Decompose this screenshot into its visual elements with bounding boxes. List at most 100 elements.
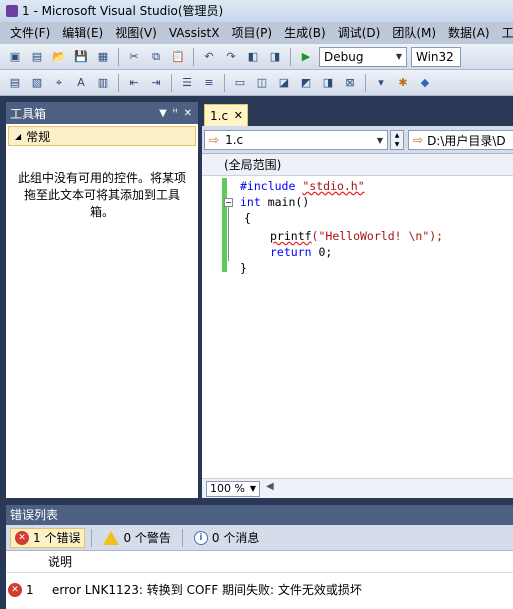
menu-edit[interactable]: 编辑(E) [56,22,109,44]
toolbar-options-icon[interactable]: ▾ [372,74,390,92]
pin-icon[interactable]: ᵸ [173,108,178,119]
add-item-icon[interactable]: ▤ [28,48,46,66]
toolbar-separator [91,528,93,547]
printf-args: ("HelloWorld! \n"); [311,229,444,243]
complete-word-icon[interactable]: A [72,74,90,92]
menu-view[interactable]: 视图(V) [109,22,163,44]
previous-bookmark-in-folder-icon[interactable]: ◩ [297,74,315,92]
parameter-info-icon[interactable]: ▧ [28,74,46,92]
editor-status-strip: 100 % ▼ ◀ [202,478,513,498]
tab-1c[interactable]: 1.c ✕ [204,104,248,126]
menu-data[interactable]: 数据(A) [442,22,496,44]
toolbar-separator [118,73,119,92]
scope-bar[interactable]: (全局范围) [202,154,513,176]
error-list-panel: 错误列表 ✕ 1 个错误 0 个警告 i 0 个消息 说明 ✕ 1 error … [6,505,513,609]
toolbox-group-label: 常规 [26,129,51,144]
start-debugging-icon[interactable]: ▶ [297,48,315,66]
navigate-forward-icon[interactable]: ◨ [266,48,284,66]
menu-vassistx[interactable]: VAssistX [163,22,226,44]
toolbar-separator [181,528,183,547]
close-icon[interactable]: ✕ [184,108,192,119]
previous-bookmark-icon[interactable]: ◫ [253,74,271,92]
menu-team[interactable]: 团队(M) [386,22,442,44]
column-header-description[interactable]: 说明 [6,551,513,573]
document-tab-strip: 1.c ✕ [202,102,513,126]
close-tab-icon[interactable]: ✕ [234,109,243,122]
solution-configuration-value: Debug [324,49,364,64]
path-navigation-select[interactable]: ⇨ D:\用户目录\D [408,130,513,150]
toolbar-separator [290,47,291,66]
fold-line [228,207,229,261]
chevron-down-icon: ▼ [395,52,403,61]
navigate-backward-icon[interactable]: ◧ [244,48,262,66]
extension-icon[interactable]: ◆ [416,74,434,92]
file-arrow-icon: ⇨ [209,133,220,147]
code-editor-pane: 1.c ✕ ⇨ 1.c ▼ ▲ ▼ ⇨ D:\用户目录\D (全局范围) − #i… [202,102,513,498]
code-area[interactable]: − #include "stdio.h" int main() { printf… [202,176,513,476]
text-editor-toolbar: ▤ ▧ ⌖ A ▥ ⇤ ⇥ ☰ ≡ ▭ ◫ ◪ ◩ ◨ ⊠ ▾ ✱ ◆ [0,70,513,96]
cut-icon[interactable]: ✂ [125,48,143,66]
collapse-box-icon[interactable]: − [224,198,233,207]
menu-file[interactable]: 文件(F) [4,22,56,44]
window-position-icon[interactable]: ▼ [159,108,167,119]
navigation-bar: ⇨ 1.c ▼ ▲ ▼ ⇨ D:\用户目录\D [202,126,513,154]
extension-icon[interactable]: ✱ [394,74,412,92]
horizontal-scroll-left-icon[interactable]: ◀ [266,481,274,492]
menu-debug[interactable]: 调试(D) [332,22,387,44]
toolbox-empty-message: 此组中没有可用的控件。将某项拖至此文本可将其添加到工具箱。 [17,171,186,219]
zoom-select[interactable]: 100 % ▼ [206,481,260,497]
save-all-icon[interactable]: ▦ [94,48,112,66]
window-title: 1 - Microsoft Visual Studio(管理员) [22,4,224,18]
decrease-indent-icon[interactable]: ⇤ [125,74,143,92]
messages-filter-button[interactable]: i 0 个消息 [189,528,264,548]
main-signature: main() [260,195,310,209]
solution-configuration-select[interactable]: Debug ▼ [319,46,407,67]
errors-filter-button[interactable]: ✕ 1 个错误 [10,527,86,548]
uncomment-lines-icon[interactable]: ≡ [200,74,218,92]
toolbox-title: 工具箱 [10,106,47,121]
error-number: 1 [26,583,34,597]
warnings-filter-button[interactable]: 0 个警告 [98,528,175,548]
file-navigation-value: 1.c [225,133,244,147]
toolbar-separator [365,73,366,92]
change-indicator-bar [222,178,227,272]
code-line-3: { [244,211,251,225]
chevron-down-icon: ▼ [249,484,256,493]
undo-icon[interactable]: ↶ [200,48,218,66]
zoom-value: 100 % [210,482,245,495]
menu-build[interactable]: 生成(B) [278,22,332,44]
visual-studio-icon [6,5,18,17]
next-bookmark-in-folder-icon[interactable]: ◨ [319,74,337,92]
menu-tools[interactable]: 工 [496,22,513,44]
new-project-icon[interactable]: ▣ [6,48,24,66]
display-object-member-list-icon[interactable]: ▤ [6,74,24,92]
error-row[interactable]: ✕ 1 error LNK1123: 转换到 COFF 期间失败: 文件无效或损… [6,579,513,601]
bookmark-toggle-icon[interactable]: ▥ [94,74,112,92]
error-icon: ✕ [15,530,29,545]
save-icon[interactable]: 💾 [72,48,90,66]
code-line-4: printf("HelloWorld! \n"); [270,228,443,244]
toolbar-separator [118,47,119,66]
code-line-1: #include "stdio.h" [240,178,365,194]
copy-icon[interactable]: ⧉ [147,48,165,66]
comment-lines-icon[interactable]: ☰ [178,74,196,92]
paste-icon[interactable]: 📋 [169,48,187,66]
redo-icon[interactable]: ↷ [222,48,240,66]
menu-project[interactable]: 项目(P) [225,22,278,44]
standard-toolbar: ▣ ▤ 📂 💾 ▦ ✂ ⧉ 📋 ↶ ↷ ◧ ◨ ▶ Debug ▼ Win32 [0,44,513,70]
toolbar-separator [224,73,225,92]
toolbar-separator [171,73,172,92]
path-arrow-icon: ⇨ [413,133,424,147]
open-file-icon[interactable]: 📂 [50,48,68,66]
code-line-2: int main() [240,194,309,210]
clear-bookmarks-icon[interactable]: ⊠ [341,74,359,92]
increase-indent-icon[interactable]: ⇥ [147,74,165,92]
splitter-spin-icon[interactable]: ▲ ▼ [390,130,404,150]
toolbox-group-general[interactable]: ◢ 常规 [8,126,196,146]
quick-info-icon[interactable]: ⌖ [50,74,68,92]
bookmark-icon[interactable]: ▭ [231,74,249,92]
solution-platform-select[interactable]: Win32 [411,46,461,67]
errors-filter-label: 1 个错误 [33,531,81,545]
next-bookmark-icon[interactable]: ◪ [275,74,293,92]
file-navigation-select[interactable]: ⇨ 1.c ▼ [204,130,388,150]
